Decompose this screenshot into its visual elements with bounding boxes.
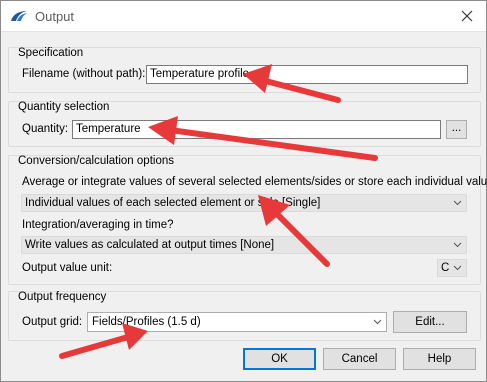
frequency-group-title: Output frequency — [18, 291, 107, 303]
quantity-group: Quantity selection Quantity: Temperature… — [8, 101, 481, 147]
unit-label: Output value unit: — [22, 262, 113, 274]
aggregate-select[interactable]: Individual values of each selected eleme… — [21, 194, 467, 212]
close-icon[interactable] — [456, 6, 478, 26]
chevron-down-icon — [453, 237, 462, 253]
output-grid-select[interactable]: Fields/Profiles (1.5 d) — [87, 312, 387, 332]
quantity-input[interactable]: Temperature — [72, 120, 441, 139]
aggregate-question-label: Average or integrate values of several s… — [22, 176, 487, 188]
app-logo-icon — [9, 8, 29, 24]
time-question-label: Integration/averaging in time? — [22, 219, 174, 231]
help-button[interactable]: Help — [403, 348, 476, 370]
output-grid-select-value: Fields/Profiles (1.5 d) — [92, 316, 201, 328]
specification-group-title: Specification — [18, 47, 84, 59]
unit-select[interactable]: C — [437, 259, 467, 277]
conversion-group-title: Conversion/calculation options — [18, 155, 174, 167]
frequency-group: Output frequency Output grid: Fields/Pro… — [8, 291, 481, 341]
title-bar: Output — [1, 1, 486, 32]
quantity-browse-button[interactable]: ... — [446, 120, 467, 139]
specification-group: Specification Filename (without path): T… — [8, 47, 481, 93]
unit-select-value: C — [441, 262, 450, 274]
cancel-button[interactable]: Cancel — [323, 348, 396, 370]
chevron-down-icon — [373, 313, 382, 331]
chevron-down-icon — [453, 195, 462, 211]
time-select-value: Write values as calculated at output tim… — [25, 239, 275, 251]
output-dialog: Output Specification Filename (without p… — [0, 0, 487, 382]
output-grid-label: Output grid: — [22, 316, 83, 328]
edit-grid-button[interactable]: Edit... — [393, 311, 467, 333]
ok-button[interactable]: OK — [243, 348, 316, 370]
conversion-group: Conversion/calculation options Average o… — [8, 155, 487, 285]
filename-label: Filename (without path): — [22, 68, 146, 80]
time-select[interactable]: Write values as calculated at output tim… — [21, 236, 467, 254]
chevron-down-icon — [453, 260, 462, 276]
quantity-label: Quantity: — [22, 123, 69, 135]
filename-input[interactable]: Temperature profile — [146, 65, 468, 84]
window-title: Output — [35, 9, 75, 24]
aggregate-select-value: Individual values of each selected eleme… — [25, 197, 321, 209]
quantity-group-title: Quantity selection — [18, 101, 110, 113]
